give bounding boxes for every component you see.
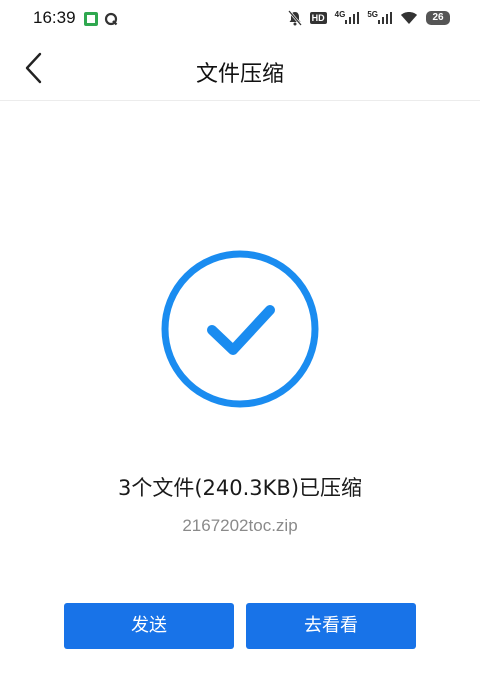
header: 文件压缩 xyxy=(0,36,480,101)
screen: 16:39 HD 4G 5G 26 文件压缩 3个文件(240.3KB)已压缩 … xyxy=(0,0,480,678)
result-message: 3个文件(240.3KB)已压缩 xyxy=(117,476,363,500)
mute-icon xyxy=(287,10,302,26)
hd-icon: HD xyxy=(309,12,327,24)
zip-file-name: 2167202toc.zip xyxy=(182,516,298,535)
send-button[interactable]: 发送 xyxy=(64,603,234,649)
wifi-icon xyxy=(400,11,418,25)
status-icons: HD 4G 5G 26 xyxy=(287,9,450,27)
q-app-icon xyxy=(104,11,118,26)
status-bar: 16:39 HD 4G 5G 26 xyxy=(0,0,480,36)
battery-icon: 26 xyxy=(426,11,450,25)
app-notification-icon xyxy=(84,11,98,26)
signal-5g-icon: 5G xyxy=(367,10,392,24)
view-button[interactable]: 去看看 xyxy=(246,603,416,649)
page-title: 文件压缩 xyxy=(195,62,284,87)
check-circle-icon xyxy=(161,250,319,408)
signal-4g-icon: 4G xyxy=(335,10,360,24)
status-time: 16:39 xyxy=(33,8,76,27)
